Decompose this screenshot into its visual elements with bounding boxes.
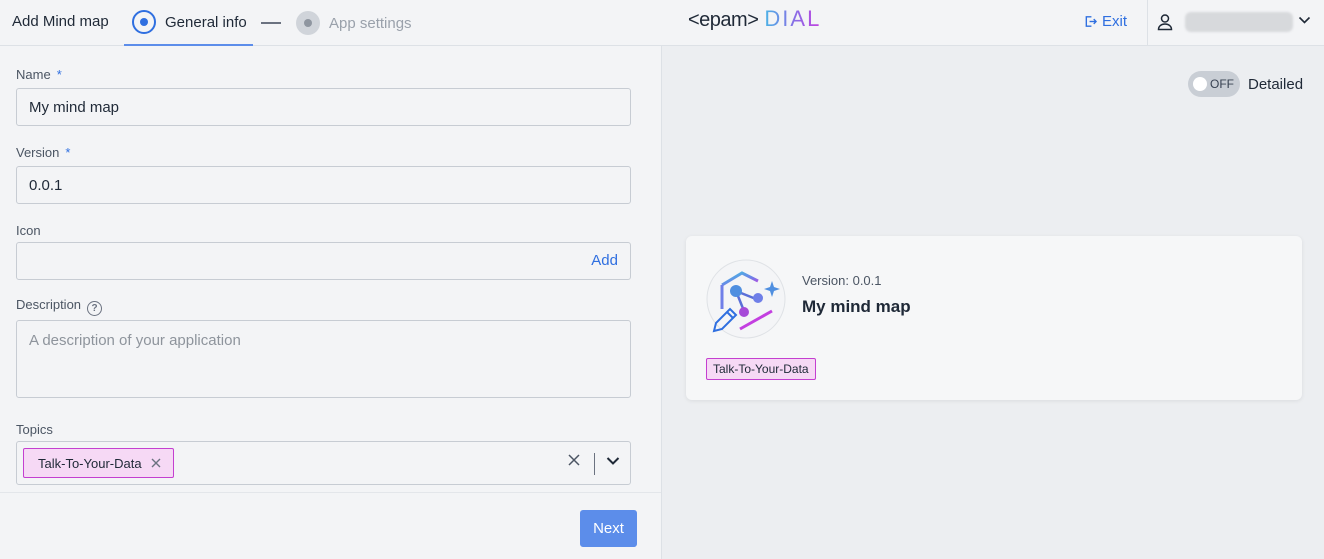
version-label: Version * bbox=[16, 145, 71, 160]
topics-select[interactable]: Talk-To-Your-Data bbox=[16, 441, 631, 485]
add-icon-button[interactable]: Add bbox=[591, 252, 618, 269]
step-app-settings[interactable]: App settings bbox=[296, 0, 412, 46]
topics-separator bbox=[594, 453, 595, 475]
user-name-blurred[interactable] bbox=[1185, 12, 1293, 32]
exit-icon bbox=[1085, 16, 1097, 27]
icon-label: Icon bbox=[16, 223, 41, 238]
version-input[interactable]: 0.0.1 bbox=[16, 166, 631, 204]
topic-chip-label: Talk-To-Your-Data bbox=[38, 455, 142, 471]
detailed-label: Detailed bbox=[1248, 76, 1304, 93]
step-separator bbox=[261, 22, 281, 24]
close-icon[interactable] bbox=[151, 458, 161, 468]
chevron-down-icon[interactable] bbox=[1298, 16, 1311, 25]
name-input[interactable]: My mind map bbox=[16, 88, 631, 126]
topic-chip: Talk-To-Your-Data bbox=[23, 448, 174, 478]
logo-epam: <epam> bbox=[688, 9, 759, 31]
description-placeholder: A description of your application bbox=[29, 332, 241, 349]
help-icon[interactable]: ? bbox=[87, 301, 103, 316]
step-label: General info bbox=[165, 13, 247, 31]
clear-topics-icon[interactable] bbox=[568, 454, 580, 466]
toggle-knob bbox=[1193, 77, 1207, 91]
logo-dial: DIAL bbox=[764, 6, 822, 31]
next-button[interactable]: Next bbox=[580, 510, 637, 547]
app-icon bbox=[706, 259, 786, 339]
chevron-down-icon[interactable] bbox=[606, 456, 620, 466]
detailed-toggle[interactable]: OFF bbox=[1188, 71, 1240, 97]
exit-button[interactable]: Exit bbox=[1084, 13, 1127, 30]
version-value: 0.0.1 bbox=[29, 176, 63, 194]
required-mark: * bbox=[65, 145, 71, 160]
name-value: My mind map bbox=[29, 98, 120, 116]
preview-panel: OFF Detailed Version: 0.0.1 My mind map bbox=[662, 46, 1324, 559]
exit-label: Exit bbox=[1102, 13, 1128, 30]
form-footer-divider bbox=[0, 492, 661, 493]
icon-input[interactable]: Add bbox=[16, 242, 631, 280]
card-version: Version: 0.0.1 bbox=[802, 273, 882, 288]
header: Add Mind map General info App settings <… bbox=[0, 0, 1324, 46]
step-general-info[interactable]: General info bbox=[124, 0, 253, 46]
step-label: App settings bbox=[329, 14, 412, 32]
topics-label: Topics bbox=[16, 422, 53, 437]
page-title: Add Mind map bbox=[12, 13, 109, 30]
toggle-state: OFF bbox=[1210, 77, 1234, 91]
description-label: Description? bbox=[16, 297, 103, 316]
epam-dial-logo: <epam> DIAL bbox=[688, 6, 821, 32]
card-title: My mind map bbox=[802, 297, 911, 316]
form-panel: Name * My mind map Version * 0.0.1 Icon Ad… bbox=[0, 46, 662, 559]
app-preview-card: Version: 0.0.1 My mind map Talk-To-Your-… bbox=[686, 236, 1302, 400]
header-divider bbox=[1147, 0, 1148, 46]
radio-active-icon bbox=[132, 10, 156, 34]
name-label: Name * bbox=[16, 67, 62, 82]
radio-inactive-icon bbox=[296, 11, 320, 35]
user-icon[interactable] bbox=[1157, 13, 1173, 31]
description-textarea[interactable]: A description of your application bbox=[16, 320, 631, 398]
required-mark: * bbox=[56, 67, 62, 82]
card-topic-chip: Talk-To-Your-Data bbox=[706, 358, 816, 380]
